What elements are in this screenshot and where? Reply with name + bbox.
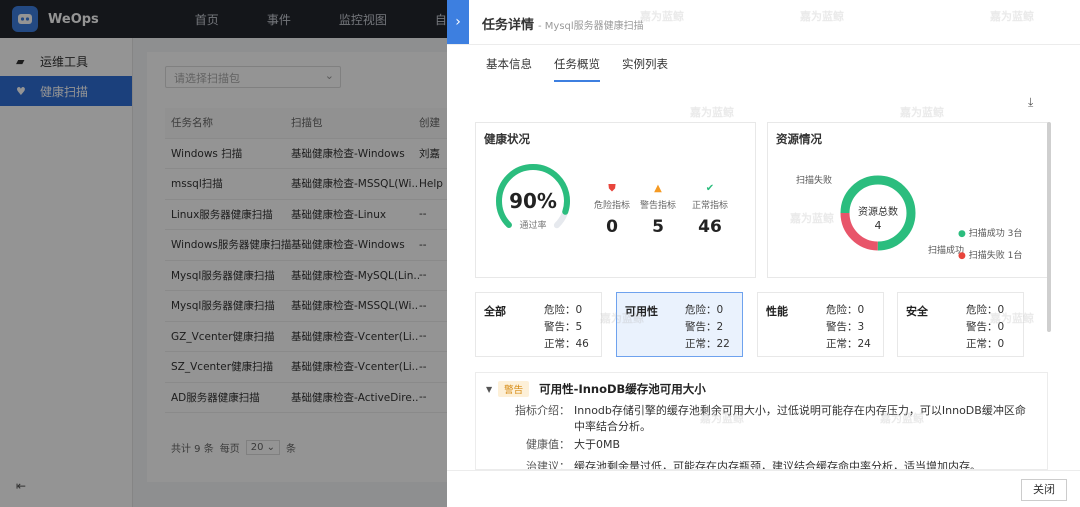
shield-alert-icon: ⛊ xyxy=(608,183,616,194)
issue-detail-card: ▼ 警告 可用性-InnoDB缓存池可用大小 指标介绍： Innodb存储引擎的… xyxy=(475,372,1048,470)
drawer-footer: 关闭 xyxy=(447,470,1080,507)
warning-badge: 警告 xyxy=(498,381,530,397)
drawer-header: 任务详情 - Mysql服务器健康扫描 xyxy=(482,14,644,33)
close-button[interactable]: 关闭 xyxy=(1021,479,1067,501)
drawer-subtitle: - Mysql服务器健康扫描 xyxy=(538,21,644,32)
resource-panel: 资源情况 资源总数 4 扫描失败 扫描成功 ● 扫描成功 3台 ● 扫描失败 1… xyxy=(767,122,1048,278)
tab-task-overview[interactable]: 任务概览 xyxy=(554,56,600,82)
tab-instance-list[interactable]: 实例列表 xyxy=(622,56,668,82)
category-card-security[interactable]: 安全 危险：0 警告：0 正常：0 xyxy=(897,292,1024,357)
pass-rate-label: 通过率 xyxy=(519,221,547,231)
resource-title: 资源情况 xyxy=(776,132,822,146)
warning-metric: ▲ 警告指标 5 xyxy=(639,183,676,237)
issue-title: 可用性-InnoDB缓存池可用大小 xyxy=(539,382,706,396)
issue-header[interactable]: ▼ 警告 可用性-InnoDB缓存池可用大小 xyxy=(486,381,706,397)
drawer-scrollbar[interactable] xyxy=(1047,122,1051,332)
label-scan-fail: 扫描失败 xyxy=(796,176,833,186)
pass-rate-value: 90% xyxy=(509,189,557,213)
category-card-all[interactable]: 全部 危险：0 警告：5 正常：46 xyxy=(475,292,602,357)
warning-bell-icon: ▲ xyxy=(654,183,662,194)
donut-center-value: 4 xyxy=(874,219,882,232)
check-circle-icon: ✔ xyxy=(705,183,715,194)
category-card-availability[interactable]: 可用性 危险：0 警告：2 正常：22 xyxy=(616,292,743,357)
donut-center-label: 资源总数 xyxy=(858,207,898,218)
category-card-performance[interactable]: 性能 危险：0 警告：3 正常：24 xyxy=(757,292,884,357)
health-status-panel: 健康状况 90% 通过率 ⛊ 危险指标 0 ▲ 警告指标 5 ✔ 正常指标 46 xyxy=(475,122,756,278)
chevron-right-icon: › xyxy=(455,14,461,30)
drawer-title: 任务详情 xyxy=(482,18,535,33)
download-icon[interactable]: ⤓ xyxy=(1028,95,1033,110)
health-status-title: 健康状况 xyxy=(484,132,530,146)
issue-intro: 指标介绍： Innodb存储引擎的缓存池剩余可用大小，过低说明可能存在内存压力，… xyxy=(515,404,1026,433)
resource-legend: ● 扫描成功 3台 ● 扫描失败 1台 xyxy=(958,223,1022,267)
issue-advice: 治建议： 缓存池剩余量过低，可能存在内存瓶颈，建议结合缓存命中率分析，适当增加内… xyxy=(526,460,981,470)
modal-overlay[interactable] xyxy=(0,0,447,507)
app-root: WeOps 首页 事件 监控视图 自动化运维 ▰ 运维工具 ♥ 健康扫描 ⇤ 请… xyxy=(0,0,1080,507)
danger-metric: ⛊ 危险指标 0 xyxy=(593,183,630,237)
collapse-drawer-button[interactable]: › xyxy=(447,0,469,44)
issue-health-value: 健康值： 大于0MB xyxy=(526,438,621,451)
drawer-tabs: 基本信息 任务概览 实例列表 xyxy=(486,56,690,82)
tab-basic-info[interactable]: 基本信息 xyxy=(486,56,532,82)
normal-metric: ✔ 正常指标 46 xyxy=(691,183,728,237)
header-divider xyxy=(447,44,1080,45)
legend-item-success[interactable]: ● 扫描成功 3台 xyxy=(958,223,1022,245)
legend-item-fail[interactable]: ● 扫描失败 1台 xyxy=(958,245,1022,267)
caret-down-icon[interactable]: ▼ xyxy=(486,385,492,394)
